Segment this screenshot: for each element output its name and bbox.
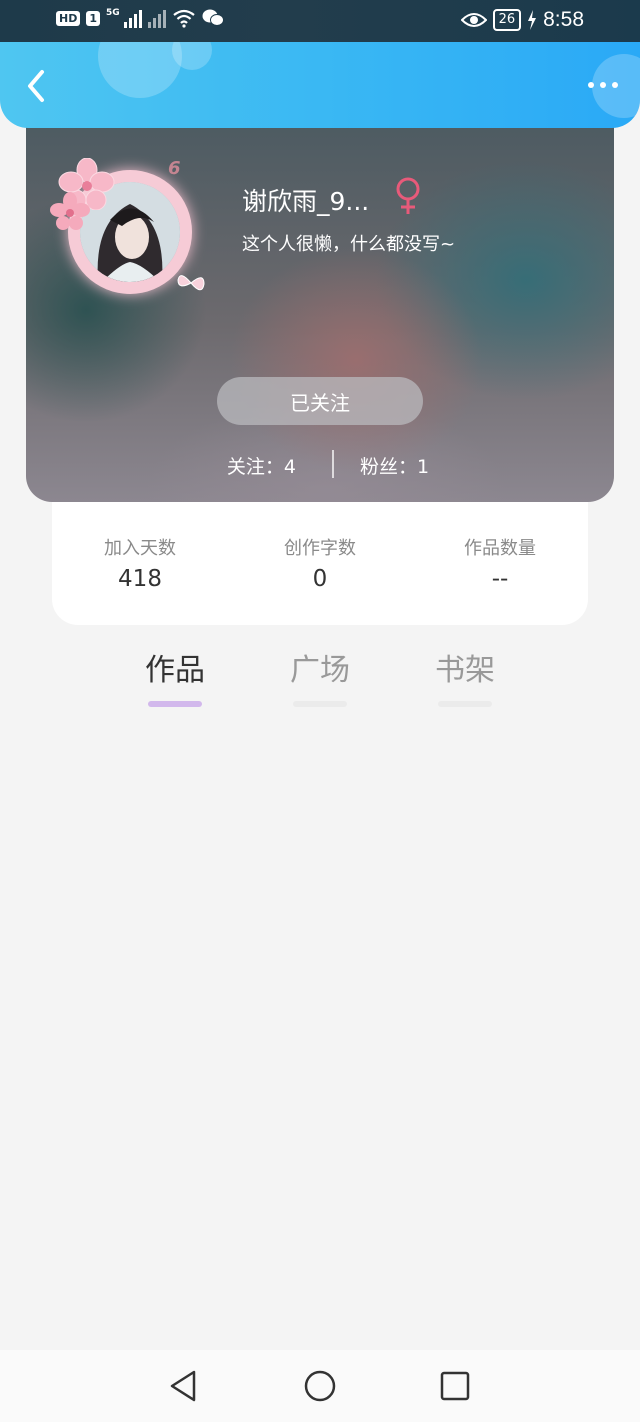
tab-label: 书架 — [435, 653, 495, 688]
tab-bar: 作品 广场 书架 — [0, 645, 640, 715]
level-badge: 6 — [168, 158, 181, 179]
battery-icon: 26 — [492, 9, 522, 31]
tab-label: 作品 — [145, 653, 205, 688]
wifi-icon — [172, 9, 195, 28]
tab-indicator — [438, 701, 492, 707]
tab-indicator — [148, 701, 202, 707]
charging-icon — [528, 10, 537, 30]
circle-home-icon[interactable] — [302, 1368, 338, 1404]
system-nav-bar — [0, 1350, 640, 1422]
decorative-bubble — [98, 42, 182, 98]
stat-label: 作品数量 — [464, 538, 536, 559]
social-stats: 关注：4 粉丝：1 — [26, 450, 614, 480]
stat-join-days: 加入天数 418 — [50, 534, 230, 592]
more-dots-icon — [588, 82, 594, 88]
bio-text: 这个人很懒，什么都没写~ — [242, 234, 456, 255]
tab-label: 广场 — [290, 653, 350, 688]
flower-decoration-icon — [50, 192, 90, 230]
chevron-left-icon — [28, 70, 44, 102]
follow-button[interactable]: 已关注 — [217, 377, 423, 425]
more-button[interactable] — [588, 82, 618, 88]
stat-word-count: 创作字数 0 — [230, 534, 410, 592]
clock: 8:58 — [543, 8, 584, 31]
stat-value: 0 — [312, 566, 328, 592]
female-symbol-icon — [396, 177, 420, 214]
avatar-frame[interactable]: 6 — [50, 152, 210, 312]
stat-label: 加入天数 — [104, 538, 176, 559]
followers-count[interactable]: 粉丝：1 — [360, 452, 429, 479]
stat-value: 418 — [118, 566, 162, 592]
following-count[interactable]: 关注：4 — [227, 452, 296, 479]
tab-indicator — [293, 701, 347, 707]
wechat-icon — [202, 9, 224, 26]
stats-divider — [332, 450, 334, 478]
stat-label: 创作字数 — [284, 538, 356, 559]
network-type-label: 5G — [106, 8, 120, 18]
username: 谢欣雨_9... — [242, 187, 370, 216]
eye-icon — [460, 13, 487, 27]
status-left-icons: HD 1 5G — [56, 8, 224, 28]
square-recents-icon[interactable] — [437, 1368, 473, 1404]
tab-bookshelf[interactable]: 书架 — [405, 645, 525, 707]
stat-works-count: 作品数量 -- — [410, 534, 590, 592]
butterfly-icon — [177, 275, 205, 291]
top-app-bar — [0, 42, 640, 128]
status-right-icons: 26 8:58 — [460, 8, 584, 32]
sim-slot-icon: 1 — [86, 10, 100, 26]
status-bar: HD 1 5G 26 8:58 — [0, 0, 640, 44]
triangle-back-icon[interactable] — [166, 1368, 202, 1404]
signal-secondary-icon — [147, 8, 166, 28]
tab-square[interactable]: 广场 — [260, 645, 380, 707]
tab-works[interactable]: 作品 — [115, 645, 235, 707]
profile-card: 6 谢欣雨_9... 这个人很懒，什么都没写~ 已关注 关注：4 粉丝：1 — [26, 110, 614, 502]
back-button[interactable] — [20, 66, 56, 106]
signal-icon — [123, 8, 142, 28]
stat-value: -- — [491, 566, 509, 592]
hd-icon: HD — [56, 10, 81, 26]
